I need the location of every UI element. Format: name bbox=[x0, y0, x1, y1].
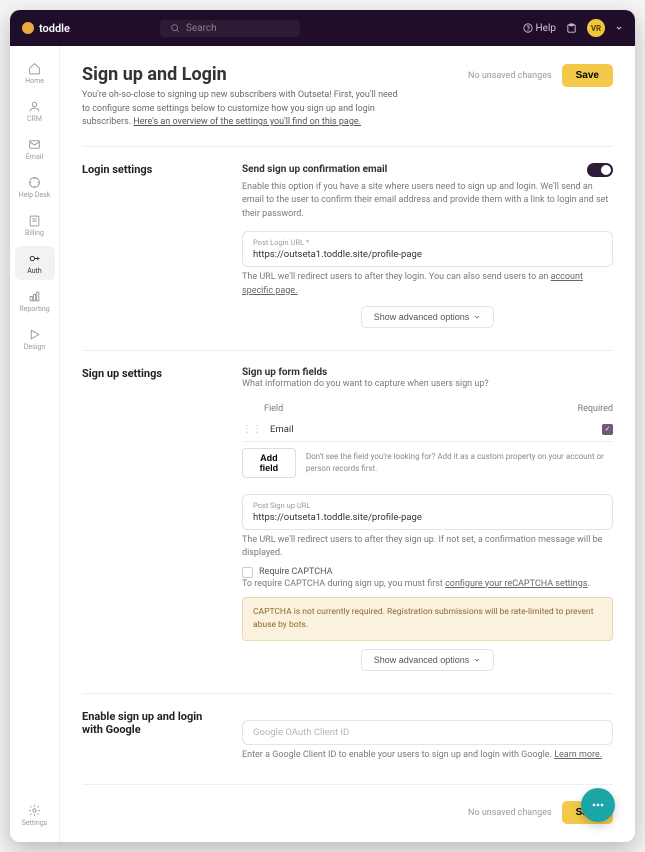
unsaved-status: No unsaved changes bbox=[468, 71, 552, 81]
show-advanced-login-button[interactable]: Show advanced options bbox=[361, 306, 495, 328]
unsaved-status-footer: No unsaved changes bbox=[468, 808, 552, 818]
require-captcha-label: Require CAPTCHA bbox=[259, 567, 332, 577]
post-signup-help: The URL we'll redirect users to after th… bbox=[242, 534, 613, 561]
section-signup: Sign up settings Sign up form fields Wha… bbox=[82, 367, 613, 671]
page-description: You're oh-so-close to signing up new sub… bbox=[82, 89, 402, 130]
sidebar-item-billing[interactable]: Billing bbox=[15, 208, 55, 242]
section-title-signup: Sign up settings bbox=[82, 367, 222, 671]
login-confirmation-header: Send sign up confirmation email bbox=[242, 164, 387, 175]
signup-fields-header: Sign up form fields bbox=[242, 367, 613, 378]
sidebar-item-settings[interactable]: Settings bbox=[15, 798, 55, 832]
search-input[interactable]: Search bbox=[160, 20, 300, 37]
design-icon bbox=[28, 327, 42, 341]
google-help: Enter a Google Client ID to enable your … bbox=[242, 749, 613, 763]
table-row: ⋮⋮ Email ✓ bbox=[242, 418, 613, 441]
divider bbox=[82, 350, 613, 351]
chat-fab-button[interactable] bbox=[581, 788, 615, 822]
settings-top-icon[interactable] bbox=[566, 23, 577, 34]
auth-icon bbox=[28, 251, 42, 265]
avatar[interactable]: VR bbox=[587, 19, 605, 37]
crm-icon bbox=[28, 99, 42, 113]
section-title-login: Login settings bbox=[82, 163, 222, 329]
chevron-down-icon bbox=[473, 313, 481, 321]
brand[interactable]: toddle bbox=[22, 22, 70, 35]
chevron-down-icon bbox=[473, 656, 481, 664]
post-login-url-input[interactable]: Post Login URL * https://outseta1.toddle… bbox=[242, 231, 613, 267]
helpdesk-icon bbox=[28, 175, 42, 189]
section-google: Enable sign up and login with Google Goo… bbox=[82, 710, 613, 763]
section-title-google: Enable sign up and login with Google bbox=[82, 710, 222, 763]
search-placeholder: Search bbox=[186, 23, 217, 34]
drag-handle-icon[interactable]: ⋮⋮ bbox=[242, 424, 262, 435]
post-signup-url-input[interactable]: Post Sign up URL https://outseta1.toddle… bbox=[242, 494, 613, 530]
sidebar-item-email[interactable]: Email bbox=[15, 132, 55, 166]
chevron-down-icon[interactable] bbox=[615, 24, 623, 32]
email-icon bbox=[28, 137, 42, 151]
help-icon bbox=[523, 23, 533, 33]
page-desc-link[interactable]: Here's an overview of the settings you'l… bbox=[133, 117, 361, 127]
google-client-id-input[interactable]: Google OAuth Client ID bbox=[242, 720, 613, 745]
col-required: Required bbox=[578, 404, 613, 414]
search-icon bbox=[170, 23, 180, 33]
signup-fields-help: What information do you want to capture … bbox=[242, 378, 613, 392]
add-field-button[interactable]: Add field bbox=[242, 448, 296, 478]
divider bbox=[82, 693, 613, 694]
confirmation-email-toggle[interactable] bbox=[587, 163, 613, 177]
require-captcha-checkbox[interactable] bbox=[242, 567, 253, 578]
sidebar: Home CRM Email Help Desk Billing Auth bbox=[10, 46, 60, 842]
captcha-help: To require CAPTCHA during sign up, you m… bbox=[242, 578, 613, 592]
reporting-icon bbox=[28, 289, 42, 303]
divider bbox=[82, 784, 613, 785]
col-field: Field bbox=[242, 404, 283, 414]
help-link[interactable]: Help bbox=[523, 23, 556, 34]
required-checkbox[interactable]: ✓ bbox=[602, 424, 613, 435]
brand-logo-icon bbox=[22, 22, 34, 34]
recaptcha-settings-link[interactable]: configure your reCAPTCHA settings bbox=[445, 579, 587, 589]
billing-icon bbox=[28, 213, 42, 227]
page-title: Sign up and Login bbox=[82, 64, 402, 85]
sidebar-item-crm[interactable]: CRM bbox=[15, 94, 55, 128]
login-help-text: Enable this option if you have a site wh… bbox=[242, 181, 613, 222]
main-content: Sign up and Login You're oh-so-close to … bbox=[60, 46, 635, 842]
show-advanced-signup-button[interactable]: Show advanced options bbox=[361, 649, 495, 671]
chat-icon bbox=[590, 797, 606, 813]
captcha-warning: CAPTCHA is not currently required. Regis… bbox=[242, 597, 613, 641]
sidebar-item-helpdesk[interactable]: Help Desk bbox=[15, 170, 55, 204]
sidebar-item-home[interactable]: Home bbox=[15, 56, 55, 90]
divider bbox=[82, 146, 613, 147]
save-button[interactable]: Save bbox=[562, 64, 613, 87]
sidebar-item-design[interactable]: Design bbox=[15, 322, 55, 356]
sidebar-item-reporting[interactable]: Reporting bbox=[15, 284, 55, 318]
google-learn-more-link[interactable]: Learn more. bbox=[554, 750, 602, 760]
post-login-help: The URL we'll redirect users to after th… bbox=[242, 271, 613, 298]
home-icon bbox=[28, 61, 42, 75]
app-window: toddle Search Help VR Home CRM bbox=[10, 10, 635, 842]
gear-icon bbox=[28, 803, 42, 817]
sidebar-item-auth[interactable]: Auth bbox=[15, 246, 55, 280]
brand-name: toddle bbox=[39, 22, 70, 35]
add-field-help: Don't see the field you're looking for? … bbox=[306, 451, 613, 473]
section-login: Login settings Send sign up confirmation… bbox=[82, 163, 613, 329]
field-name: Email bbox=[270, 424, 294, 435]
top-bar: toddle Search Help VR bbox=[10, 10, 635, 46]
